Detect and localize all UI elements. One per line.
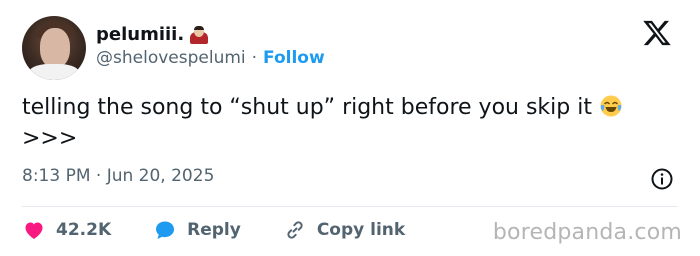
handle-row: @shelovespelumi · Follow (96, 48, 325, 68)
follow-button[interactable]: Follow (263, 48, 325, 68)
separator-dot: · (251, 48, 258, 68)
divider (22, 206, 678, 207)
action-bar: 42.2K Reply Copy link (22, 218, 447, 242)
user-handle[interactable]: @shelovespelumi (96, 48, 246, 68)
reply-button[interactable]: Reply (153, 218, 241, 242)
avatar-shirt (28, 64, 80, 80)
like-count: 42.2K (56, 220, 112, 240)
watermark: boredpanda.com (492, 220, 682, 245)
copy-link-label: Copy link (316, 220, 406, 240)
tears-of-joy-emoji-icon (600, 95, 622, 117)
x-logo-icon[interactable] (642, 18, 672, 48)
display-name-row[interactable]: pelumiii. (96, 24, 209, 45)
avatar[interactable] (22, 16, 86, 80)
tweet-timestamp[interactable]: 8:13 PM · Jun 20, 2025 (22, 166, 214, 186)
like-button[interactable]: 42.2K (22, 218, 111, 242)
info-icon[interactable] (650, 167, 674, 191)
tweet-suffix: >>> (22, 126, 78, 151)
display-name[interactable]: pelumiii. (96, 24, 184, 45)
heart-icon (25, 222, 43, 239)
link-icon (287, 221, 303, 239)
reply-label: Reply (187, 220, 241, 240)
vampire-icon (190, 25, 209, 44)
speech-bubble-icon (156, 221, 175, 239)
tweet-text: telling the song to “shut up” right befo… (22, 92, 682, 154)
copy-link-button[interactable]: Copy link (283, 218, 405, 242)
avatar-face (40, 28, 70, 68)
tweet-body: telling the song to “shut up” right befo… (22, 95, 592, 120)
